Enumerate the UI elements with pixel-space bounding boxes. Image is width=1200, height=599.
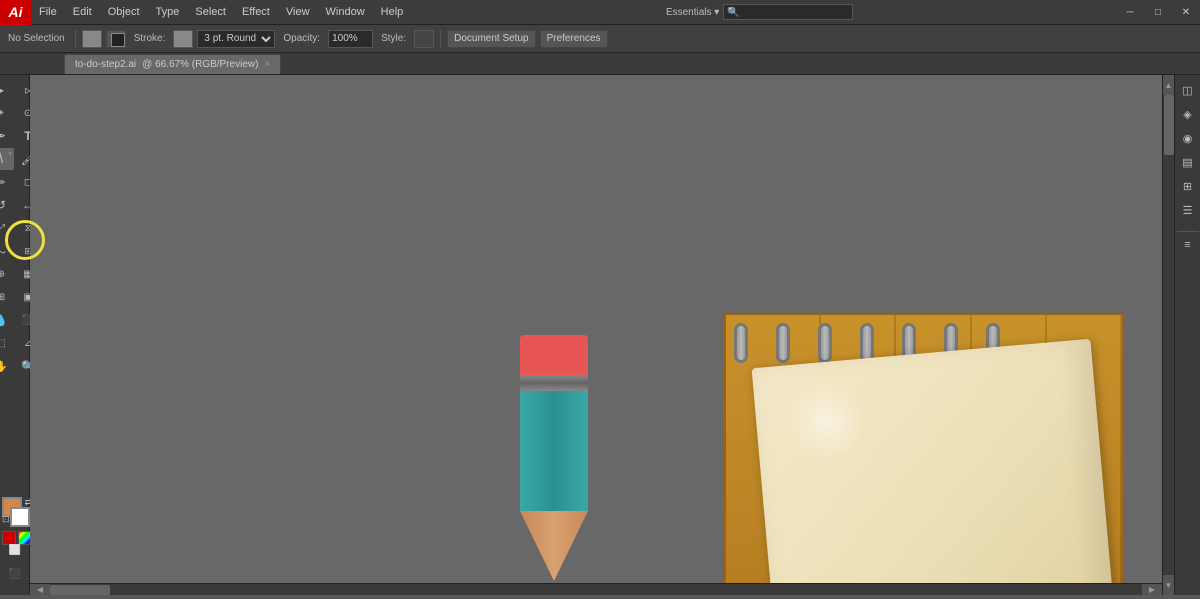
main-layout: ▸ ▹ ✴ ⊙ ✒ T \ ▾ 🖌 ✏ ◻ ↺ ↔ ⤢ ⧖ bbox=[0, 75, 1200, 595]
stroke-color-swatch[interactable] bbox=[173, 30, 193, 48]
bottom-tools: ⬜ ⬛ bbox=[2, 539, 28, 585]
pencil-tool[interactable]: ✏ bbox=[0, 171, 14, 193]
fill-swatch[interactable] bbox=[82, 30, 102, 48]
menu-help[interactable]: Help bbox=[373, 0, 412, 24]
workspace-label: Essentials ▾ bbox=[666, 7, 719, 18]
hand-tool[interactable]: ✋ bbox=[0, 355, 14, 377]
magic-wand-tool[interactable]: ✴ bbox=[0, 102, 14, 124]
artboards-panel-button[interactable]: ◈ bbox=[1177, 103, 1199, 125]
style-label: Style: bbox=[377, 33, 410, 44]
menu-file[interactable]: File bbox=[31, 0, 65, 24]
app-logo: Ai bbox=[0, 0, 31, 25]
minimize-button[interactable]: ─ bbox=[1116, 0, 1144, 25]
tab-info: @ 66.67% (RGB/Preview) bbox=[142, 59, 258, 70]
divider-1 bbox=[75, 30, 76, 48]
horizontal-scrollbar[interactable]: ◀ ▶ bbox=[30, 583, 1162, 595]
stroke-weight-select[interactable]: 3 pt. Round bbox=[197, 30, 275, 48]
toolbar: No Selection Stroke: 3 pt. Round Opacity… bbox=[0, 25, 1200, 53]
notebook-illustration bbox=[724, 313, 1124, 595]
menu-window[interactable]: Window bbox=[318, 0, 373, 24]
menu-select[interactable]: Select bbox=[187, 0, 234, 24]
tab-close-button[interactable]: × bbox=[264, 59, 270, 70]
left-toolbar: ▸ ▹ ✴ ⊙ ✒ T \ ▾ 🖌 ✏ ◻ ↺ ↔ ⤢ ⧖ bbox=[0, 75, 30, 595]
selection-tool[interactable]: ▸ bbox=[0, 79, 14, 101]
window-controls: ─ □ ✕ bbox=[1116, 0, 1200, 25]
paper-shine bbox=[783, 379, 870, 466]
line-segment-tool[interactable]: \ ▾ bbox=[0, 148, 14, 170]
transform-panel-button[interactable]: ▤ bbox=[1177, 151, 1199, 173]
divider-2 bbox=[440, 30, 441, 48]
draw-mode-button[interactable]: ⬜ bbox=[2, 539, 28, 561]
tab-bar: to-do-step2.ai @ 66.67% (RGB/Preview) × bbox=[0, 53, 1200, 75]
menu-object[interactable]: Object bbox=[100, 0, 148, 24]
default-colors-icon[interactable]: ⊡ bbox=[2, 514, 10, 525]
scroll-left-button[interactable]: ◀ bbox=[30, 584, 50, 595]
pencil-body bbox=[520, 391, 588, 511]
scroll-thumb[interactable] bbox=[1164, 95, 1174, 155]
menu-effect[interactable]: Effect bbox=[234, 0, 278, 24]
properties-panel-button[interactable]: ◉ bbox=[1177, 127, 1199, 149]
notebook-paper bbox=[752, 339, 1117, 595]
opacity-input[interactable] bbox=[328, 30, 373, 48]
align-panel-button[interactable]: ⊞ bbox=[1177, 175, 1199, 197]
search-input[interactable] bbox=[723, 4, 853, 20]
scroll-up-button[interactable]: ▲ bbox=[1163, 75, 1174, 95]
scroll-down-button[interactable]: ▼ bbox=[1163, 575, 1174, 595]
maximize-button[interactable]: □ bbox=[1144, 0, 1172, 25]
vertical-scrollbar[interactable]: ▲ ▼ bbox=[1162, 75, 1174, 595]
ring-3 bbox=[818, 323, 832, 363]
menu-edit[interactable]: Edit bbox=[65, 0, 100, 24]
tab-name: to-do-step2.ai bbox=[75, 59, 136, 70]
pathfinder-panel-button[interactable]: ☰ bbox=[1177, 199, 1199, 221]
pencil-eraser bbox=[520, 335, 588, 375]
ring-2 bbox=[776, 323, 790, 363]
pencil-tip bbox=[520, 511, 588, 581]
document-tab[interactable]: to-do-step2.ai @ 66.67% (RGB/Preview) × bbox=[64, 54, 281, 74]
pen-tool[interactable]: ✒ bbox=[0, 125, 14, 147]
eyedropper-tool[interactable]: 💧 bbox=[0, 309, 14, 331]
warp-tool[interactable]: 〜 bbox=[0, 240, 14, 262]
pencil-illustration bbox=[520, 335, 588, 581]
right-panel: ◫ ◈ ◉ ▤ ⊞ ☰ ≡ bbox=[1174, 75, 1200, 595]
background-color[interactable] bbox=[10, 507, 30, 527]
artboard-tool[interactable]: ⬚ bbox=[0, 332, 14, 354]
menu-type[interactable]: Type bbox=[148, 0, 188, 24]
scale-tool[interactable]: ⤢ bbox=[0, 217, 14, 239]
doc-setup-button[interactable]: Document Setup bbox=[447, 30, 536, 48]
menu-bar: Ai File Edit Object Type Select Effect V… bbox=[0, 0, 1200, 25]
h-scroll-thumb[interactable] bbox=[50, 585, 110, 595]
style-swatch[interactable] bbox=[414, 30, 434, 48]
menu-view[interactable]: View bbox=[278, 0, 318, 24]
layers-panel-button[interactable]: ◫ bbox=[1177, 79, 1199, 101]
symbol-sprayer-tool[interactable]: ⊕ bbox=[0, 263, 14, 285]
pencil-ferrule bbox=[520, 375, 588, 391]
preferences-button[interactable]: Preferences bbox=[540, 30, 608, 48]
selection-label: No Selection bbox=[4, 33, 69, 44]
canvas-area[interactable]: ▲ ▼ ◀ ▶ bbox=[30, 75, 1174, 595]
screen-mode-button[interactable]: ⬛ bbox=[2, 563, 28, 585]
mesh-tool[interactable]: ⊞ bbox=[0, 286, 14, 308]
scroll-right-button[interactable]: ▶ bbox=[1142, 584, 1162, 595]
close-button[interactable]: ✕ bbox=[1172, 0, 1200, 25]
stroke-label: Stroke: bbox=[130, 33, 170, 44]
rotate-tool[interactable]: ↺ bbox=[0, 194, 14, 216]
opacity-label: Opacity: bbox=[279, 33, 324, 44]
stroke-swatch[interactable] bbox=[106, 30, 126, 48]
stroke-panel-button[interactable]: ≡ bbox=[1177, 231, 1199, 253]
ring-1 bbox=[734, 323, 748, 363]
